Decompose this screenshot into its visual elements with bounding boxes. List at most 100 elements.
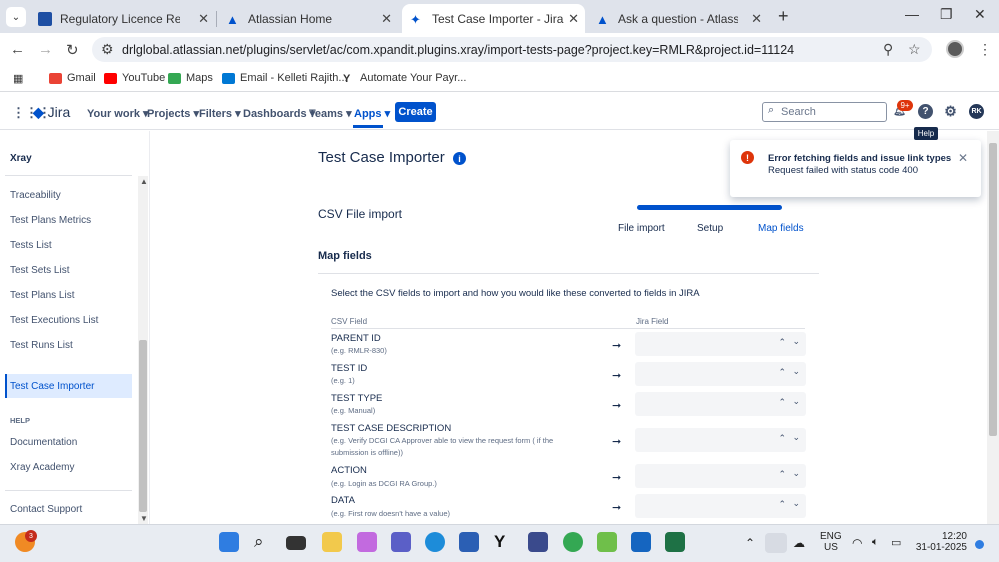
nav-filters[interactable]: Filters ▾	[199, 107, 241, 120]
chevron-down-icon[interactable]: ⌄	[792, 432, 800, 443]
site-info-icon[interactable]: ⚙	[101, 41, 114, 58]
volume-icon[interactable]: 🔈︎	[872, 536, 879, 549]
sidebar-item-traceability[interactable]: Traceability	[10, 190, 61, 201]
taskbar-search-icon[interactable]: ⌕	[254, 532, 274, 552]
teams-icon[interactable]	[391, 532, 411, 552]
sidebar-item-documentation[interactable]: Documentation	[10, 437, 77, 448]
create-button[interactable]: Create	[395, 102, 436, 122]
language-indicator[interactable]: ENG US	[820, 531, 842, 553]
search-input[interactable]: Search	[762, 102, 887, 122]
battery-icon[interactable]: ▭	[891, 536, 901, 549]
chrome-icon[interactable]	[563, 532, 583, 552]
youtube-icon	[104, 72, 117, 84]
sidebar-item-tests-list[interactable]: Tests List	[10, 240, 52, 251]
url-text[interactable]: drlglobal.atlassian.net/plugins/servlet/…	[122, 43, 794, 57]
browser-tab[interactable]: ▲ Ask a question - Atlassian Com ✕	[588, 4, 768, 33]
onedrive-icon[interactable]: ☁	[793, 536, 805, 550]
clear-icon[interactable]: ⌃	[778, 469, 786, 480]
wifi-icon[interactable]: ◠	[852, 536, 862, 550]
bookmark-email[interactable]: Email - Kelleti Rajith...	[222, 72, 348, 84]
bookmark-gmail[interactable]: Gmail	[49, 72, 96, 84]
pen-tray-icon[interactable]	[765, 533, 787, 553]
reload-icon[interactable]: ↻	[66, 41, 79, 59]
user-avatar[interactable]: RK	[969, 104, 984, 119]
chevron-down-icon[interactable]: ⌄	[792, 336, 800, 347]
nav-your-work[interactable]: Your work ▾	[87, 107, 149, 120]
close-icon[interactable]: ✕	[958, 151, 968, 165]
bookmark-youtube[interactable]: YouTube	[104, 72, 165, 84]
bookmark-maps[interactable]: Maps	[168, 72, 213, 84]
file-explorer-icon[interactable]	[322, 532, 342, 552]
new-tab-icon[interactable]: +	[778, 6, 789, 27]
toast-body: Request failed with status code 400	[768, 165, 918, 176]
browser-tab[interactable]: Regulatory Licence Request Cre ✕	[30, 4, 215, 33]
scroll-up-icon[interactable]: ▲	[140, 177, 148, 186]
sidebar-item-test-case-importer[interactable]: Test Case Importer	[10, 381, 94, 392]
nav-projects[interactable]: Projects ▾	[147, 107, 199, 120]
jira-field-select[interactable]: ⌃ ⌄	[635, 392, 806, 416]
jira-logo[interactable]: ◆ Jira	[33, 104, 70, 121]
zoom-icon[interactable]: ⚲	[883, 41, 893, 58]
close-tab-icon[interactable]: ✕	[198, 11, 209, 27]
clear-icon[interactable]: ⌃	[778, 433, 786, 444]
copilot-icon[interactable]	[357, 532, 377, 552]
sidebar-item-test-sets-list[interactable]: Test Sets List	[10, 265, 69, 276]
clear-icon[interactable]: ⌃	[778, 499, 786, 510]
clear-icon[interactable]: ⌃	[778, 367, 786, 378]
scroll-down-icon[interactable]: ▼	[140, 514, 148, 523]
settings-gear-icon[interactable]: ⚙	[943, 103, 958, 119]
nav-teams[interactable]: Teams ▾	[309, 107, 352, 120]
jira-field-select[interactable]: ⌃ ⌄	[635, 464, 806, 488]
nav-apps[interactable]: Apps ▾	[354, 107, 390, 120]
browser-menu-icon[interactable]: ⋮	[978, 41, 992, 58]
edge-icon[interactable]	[425, 532, 445, 552]
profile-avatar[interactable]	[946, 40, 964, 58]
help-icon[interactable]: ?	[918, 104, 933, 119]
apps-grid-icon[interactable]: ▦	[13, 72, 23, 85]
page-scroll-thumb[interactable]	[989, 143, 997, 436]
restore-icon[interactable]: ❐	[940, 6, 953, 23]
jira-field-select[interactable]: ⌃ ⌄	[635, 494, 806, 518]
tray-overflow-icon[interactable]: ⌃	[745, 536, 755, 550]
remote-desktop-icon[interactable]	[597, 532, 617, 552]
browser-tab[interactable]: ▲ Atlassian Home ✕	[218, 4, 398, 33]
clear-icon[interactable]: ⌃	[778, 337, 786, 348]
sidebar-item-test-executions-list[interactable]: Test Executions List	[10, 315, 98, 326]
windows-start-icon[interactable]	[219, 532, 239, 552]
notification-center-icon[interactable]	[975, 540, 984, 549]
nav-dashboards[interactable]: Dashboards ▾	[243, 107, 315, 120]
outlook-icon[interactable]	[631, 532, 651, 552]
close-tab-icon[interactable]: ✕	[381, 11, 392, 27]
jira-field-select[interactable]: ⌃ ⌄	[635, 362, 806, 386]
sidebar-item-test-runs-list[interactable]: Test Runs List	[10, 340, 73, 351]
tab-search-menu[interactable]: ⌄	[6, 7, 26, 27]
store-icon[interactable]	[459, 532, 479, 552]
minimize-icon[interactable]: —	[905, 6, 919, 22]
sidebar-item-test-plans-metrics[interactable]: Test Plans Metrics	[10, 215, 91, 226]
sidebar-item-xray-academy[interactable]: Xray Academy	[10, 462, 74, 473]
browser-tab-active[interactable]: ✦ Test Case Importer - Jira ✕	[402, 4, 585, 33]
clear-icon[interactable]: ⌃	[778, 397, 786, 408]
forward-icon[interactable]: →	[38, 41, 53, 58]
sidebar-scroll-thumb[interactable]	[139, 340, 147, 512]
info-icon[interactable]: i	[453, 152, 466, 165]
close-window-icon[interactable]: ✕	[974, 6, 986, 23]
chevron-down-icon[interactable]: ⌄	[792, 366, 800, 377]
task-view-icon[interactable]	[286, 536, 306, 550]
close-tab-icon[interactable]: ✕	[751, 11, 762, 27]
chevron-down-icon[interactable]: ⌄	[792, 396, 800, 407]
jira-field-select[interactable]: ⌃ ⌄	[635, 332, 806, 356]
package-app-icon[interactable]	[528, 532, 548, 552]
bookmark-automate[interactable]: Y Automate Your Payr...	[343, 72, 466, 85]
excel-icon[interactable]	[665, 532, 685, 552]
chevron-down-icon[interactable]: ⌄	[792, 468, 800, 479]
sidebar-item-contact-support[interactable]: Contact Support	[10, 504, 82, 515]
sidebar-item-test-plans-list[interactable]: Test Plans List	[10, 290, 74, 301]
jira-field-select[interactable]: ⌃ ⌄	[635, 428, 806, 452]
back-icon[interactable]: ←	[10, 41, 25, 58]
y-app-icon[interactable]: Y	[494, 532, 514, 552]
close-tab-icon[interactable]: ✕	[568, 11, 579, 27]
bookmark-star-icon[interactable]: ☆	[908, 41, 921, 58]
clock[interactable]: 12:20 31-01-2025	[915, 531, 967, 553]
chevron-down-icon[interactable]: ⌄	[792, 498, 800, 509]
